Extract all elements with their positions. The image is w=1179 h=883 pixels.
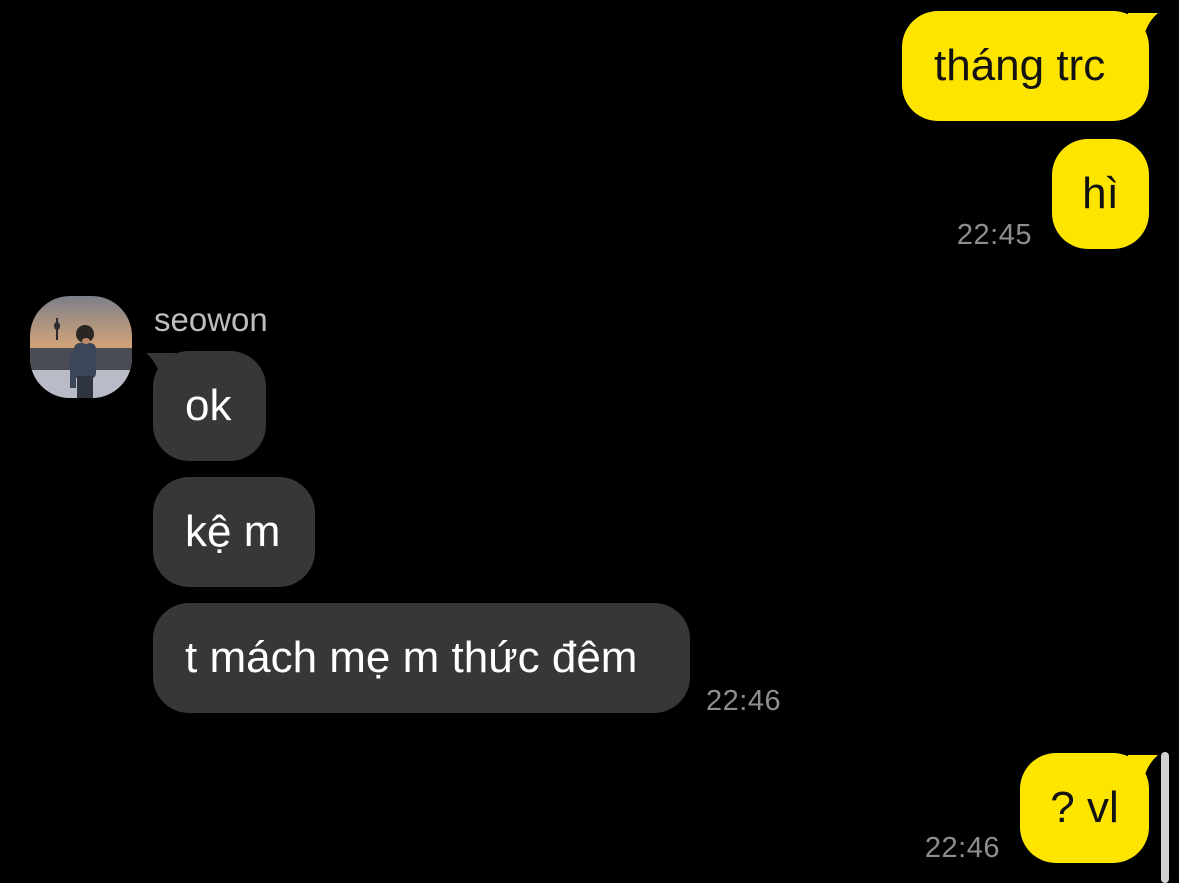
message-text: t mách mẹ m thức đêm — [185, 633, 638, 682]
message-timestamp: 22:46 — [924, 832, 1000, 864]
sender-name: seowon — [154, 301, 268, 338]
message-bubble-incoming[interactable]: kệ m — [153, 477, 315, 587]
scroll-indicator[interactable] — [1161, 752, 1169, 883]
message-text: hì — [1082, 169, 1119, 218]
message-timestamp: 22:45 — [956, 219, 1032, 251]
message-text: ? vl — [1050, 783, 1119, 832]
profile-photo-icon — [30, 296, 132, 398]
bubble-tail-outgoing — [1128, 755, 1158, 789]
message-bubble-outgoing[interactable]: hì — [1052, 139, 1149, 249]
message-bubble-outgoing[interactable]: tháng trc — [902, 11, 1149, 121]
bubble-tail-outgoing — [1128, 13, 1158, 47]
message-text: kệ m — [185, 507, 281, 556]
message-bubble-incoming[interactable]: t mách mẹ m thức đêm — [153, 603, 690, 713]
message-bubble-incoming[interactable]: ok — [153, 351, 266, 461]
message-text: tháng trc — [934, 41, 1106, 90]
contact-avatar[interactable] — [30, 296, 132, 398]
message-text: ok — [185, 381, 232, 430]
message-timestamp: 22:46 — [706, 685, 782, 717]
